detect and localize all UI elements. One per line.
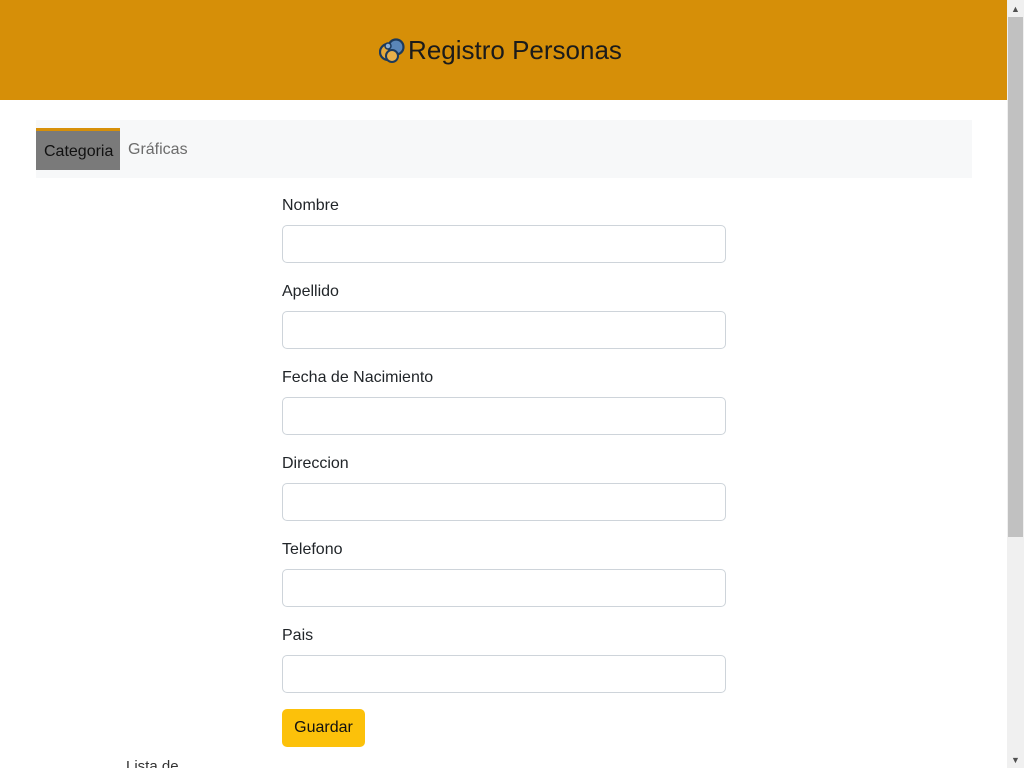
vertical-scrollbar[interactable]: ▲ ▼	[1007, 0, 1024, 768]
apellido-input[interactable]	[282, 311, 726, 349]
scroll-down-arrow-icon[interactable]: ▼	[1007, 751, 1024, 768]
scroll-up-arrow-icon[interactable]: ▲	[1007, 0, 1024, 17]
direccion-input[interactable]	[282, 483, 726, 521]
list-title: Lista de	[126, 758, 179, 768]
field-nombre: Nombre	[282, 196, 726, 282]
page: Registro Personas Categoria Gráficas Nom…	[0, 0, 1007, 768]
fecha-nacimiento-label: Fecha de Nacimiento	[282, 369, 434, 386]
nav-bar: Categoria Gráficas	[36, 120, 972, 178]
save-button[interactable]: Guardar	[282, 709, 365, 747]
field-fecha-nacimiento: Fecha de Nacimiento	[282, 368, 726, 454]
field-telefono: Telefono	[282, 540, 726, 626]
nombre-input[interactable]	[282, 225, 726, 263]
fecha-nacimiento-input[interactable]	[282, 397, 726, 435]
tab-graficas[interactable]: Gráficas	[120, 128, 196, 170]
tab-categoria[interactable]: Categoria	[36, 128, 120, 170]
apellido-label: Apellido	[282, 283, 339, 300]
telefono-label: Telefono	[282, 541, 343, 558]
app-header: Registro Personas	[0, 0, 1007, 100]
field-apellido: Apellido	[282, 282, 726, 368]
pais-label: Pais	[282, 627, 314, 644]
page-title: Registro Personas	[408, 34, 622, 65]
telefono-input[interactable]	[282, 569, 726, 607]
app-logo-icon	[379, 38, 405, 63]
scroll-thumb[interactable]	[1008, 17, 1023, 537]
field-direccion: Direccion	[282, 454, 726, 540]
field-pais: Pais	[282, 626, 726, 712]
registration-form: Nombre Apellido Fecha de Nacimiento Dire…	[282, 196, 726, 712]
nombre-label: Nombre	[282, 197, 339, 214]
pais-input[interactable]	[282, 655, 726, 693]
direccion-label: Direccion	[282, 455, 349, 472]
header-brand: Registro Personas	[379, 35, 622, 66]
